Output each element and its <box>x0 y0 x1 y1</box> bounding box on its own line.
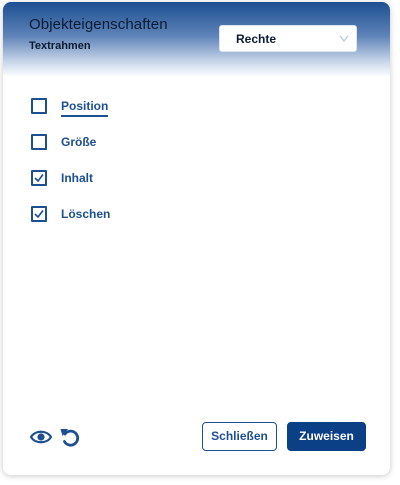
dialog-title: Objekteigenschaften <box>29 16 168 33</box>
content-checkbox[interactable] <box>31 170 47 186</box>
position-checkbox[interactable] <box>31 98 47 114</box>
chevron-down-icon <box>339 35 349 43</box>
dialog-header: Objekteigenschaften Textrahmen Rechte <box>3 2 390 77</box>
size-checkbox[interactable] <box>31 134 47 150</box>
undo-icon[interactable] <box>59 426 81 448</box>
delete-label: Löschen <box>61 207 111 221</box>
dialog-subtitle: Textrahmen <box>29 40 91 52</box>
content-label: Inhalt <box>61 171 93 185</box>
position-label: Position <box>61 99 109 117</box>
rights-select[interactable]: Rechte <box>219 25 357 52</box>
size-label: Größe <box>61 135 97 149</box>
rights-select-value: Rechte <box>236 32 277 46</box>
assign-button[interactable]: Zuweisen <box>287 422 366 451</box>
delete-checkbox[interactable] <box>31 206 47 222</box>
checkmark-icon <box>34 174 44 183</box>
checkmark-icon <box>34 210 44 219</box>
object-properties-dialog: Objekteigenschaften Textrahmen Rechte Po… <box>3 2 390 475</box>
close-button[interactable]: Schließen <box>202 422 277 451</box>
eye-icon[interactable] <box>30 428 52 446</box>
